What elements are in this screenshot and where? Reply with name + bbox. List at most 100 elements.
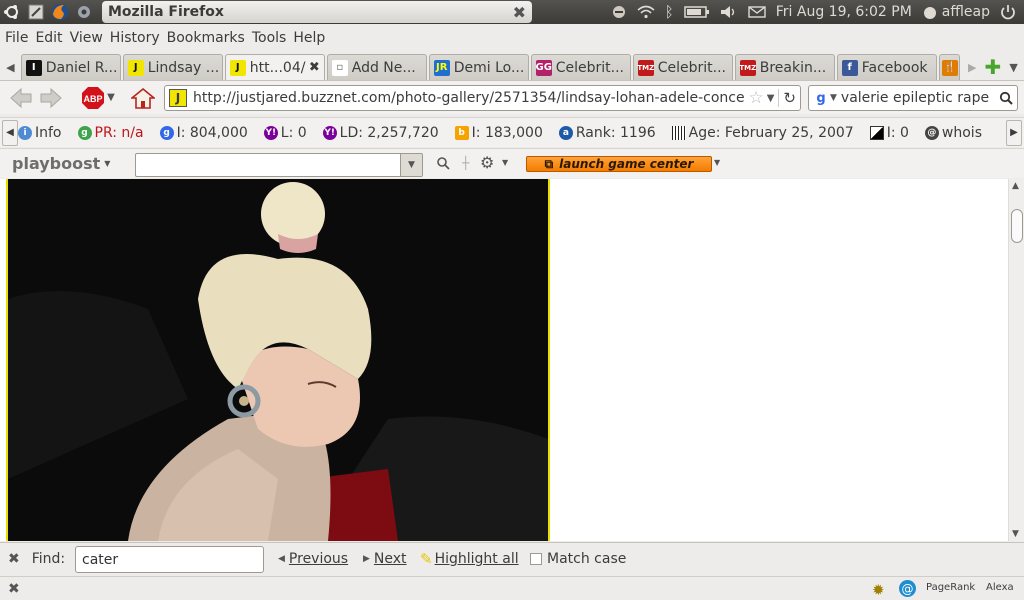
checkbox-box[interactable] — [530, 553, 542, 565]
scrollbar-thumb[interactable] — [1011, 209, 1023, 243]
seo-bing-index[interactable]: b I: 183,000 — [454, 124, 543, 141]
seo-scroll-right-icon[interactable]: ▶ — [1006, 119, 1022, 146]
seo-info[interactable]: i Info — [18, 125, 62, 141]
tab-label: Demi Lo... — [453, 59, 524, 76]
scroll-tabs-left-icon[interactable]: ◀ — [0, 54, 21, 80]
playboost-settings-icon[interactable]: ⚙ — [480, 153, 494, 172]
forward-button[interactable] — [36, 84, 66, 112]
addon-at-icon[interactable]: @ — [899, 580, 916, 597]
search-bar[interactable]: g ▼ valerie epileptic rape — [808, 85, 1018, 111]
tab[interactable]: TMZ Breakin... — [734, 54, 835, 80]
tab-favicon-icon: J — [127, 59, 144, 76]
bluetooth-icon[interactable]: ᛒ — [665, 0, 674, 24]
playboost-dropdown-icon[interactable]: ▼ — [400, 154, 422, 176]
find-bar: ✖ Find: cater ◀ Previous ▶ Next ✎ Highli… — [0, 542, 1024, 575]
home-button[interactable] — [128, 84, 158, 112]
seo-google-index[interactable]: g I: 804,000 — [159, 124, 248, 141]
playboost-menu-icon[interactable]: ▼ — [104, 159, 110, 168]
tab[interactable]: JR Demi Lo... — [428, 54, 529, 80]
window-close-icon[interactable]: ✖ — [513, 3, 526, 22]
scroll-tabs-right-icon[interactable]: ▶ — [962, 54, 983, 80]
find-input-value[interactable]: cater — [82, 552, 118, 568]
tab-close-icon[interactable]: ✖ — [309, 60, 320, 75]
wifi-icon[interactable] — [637, 0, 655, 24]
url-dropdown-icon[interactable]: ▼ — [767, 93, 775, 104]
search-magnifier-icon[interactable] — [995, 91, 1017, 105]
list-all-tabs-icon[interactable]: ▼ — [1003, 54, 1024, 80]
launch-dropdown-icon[interactable]: ▼ — [714, 158, 720, 167]
tab-strip: ◀ I Daniel R... J Lindsay ... Jhtt...04/✖ ▫ Ad… — [0, 52, 1024, 80]
menu-history[interactable]: History — [109, 30, 166, 46]
power-icon[interactable] — [1000, 0, 1016, 24]
new-tab-icon[interactable]: ✚ — [983, 54, 1004, 80]
tab[interactable]: TMZ Celebrit... — [632, 54, 733, 80]
seo-whois[interactable]: @ whois — [924, 125, 982, 141]
seo-bing-index-label: I: 183,000 — [471, 124, 543, 141]
tab[interactable]: J Lindsay ... — [122, 54, 223, 80]
playboost-logo[interactable]: playboost — [12, 154, 100, 173]
menu-bookmarks[interactable]: Bookmarks — [166, 30, 251, 46]
tab[interactable]: Jhtt...04/✖ — [224, 54, 325, 80]
match-case-checkbox[interactable]: Match case — [530, 551, 626, 567]
scroll-down-icon[interactable]: ▼ — [1012, 529, 1019, 539]
seo-alexa-rank[interactable]: a Rank: 1196 — [558, 125, 656, 141]
pagerank-status[interactable]: PageRank — [926, 582, 975, 593]
menu-help[interactable]: Help — [292, 30, 331, 46]
find-input[interactable]: cater — [75, 546, 264, 573]
menu-file[interactable]: File — [4, 30, 34, 46]
menu-tools[interactable]: Tools — [251, 30, 293, 46]
tab[interactable]: GG Celebrit... — [530, 54, 631, 80]
close-addon-bar-icon[interactable]: ✖ — [8, 581, 20, 597]
adblock-plus-button[interactable]: ABP ▼ — [78, 84, 118, 112]
playboost-settings-dropdown-icon[interactable]: ▼ — [502, 158, 508, 167]
firefox-launcher-icon[interactable] — [48, 0, 72, 24]
clock[interactable]: Fri Aug 19, 6:02 PM — [776, 4, 912, 20]
playboost-search-input[interactable]: ▼ — [135, 153, 423, 177]
mail-icon[interactable] — [748, 0, 766, 24]
volume-icon[interactable] — [720, 0, 738, 24]
tab-overflow[interactable]: 🍴 — [938, 54, 960, 80]
seo-google-index-label: I: 804,000 — [176, 124, 248, 141]
seo-delicious-index[interactable]: I: 0 — [869, 125, 909, 141]
menu-edit[interactable]: Edit — [34, 30, 68, 46]
gallery-photo[interactable] — [6, 179, 550, 541]
tab-favicon-icon: 🍴 — [941, 59, 958, 76]
vertical-scrollbar[interactable]: ▲ ▼ — [1008, 179, 1024, 541]
seo-yahoo-links[interactable]: Y! L: 0 — [263, 125, 307, 141]
search-input[interactable]: valerie epileptic rape — [841, 90, 995, 106]
close-findbar-icon[interactable]: ✖ — [8, 551, 20, 567]
search-engine-dropdown-icon[interactable]: ▼ — [830, 93, 837, 103]
alexa-status[interactable]: Alexa — [986, 582, 1014, 593]
seo-scroll-left-icon[interactable]: ◀ — [2, 119, 18, 146]
svg-text:ABP: ABP — [84, 94, 103, 104]
highlight-all-button[interactable]: ✎ Highlight all — [420, 550, 519, 568]
tab[interactable]: I Daniel R... — [20, 54, 121, 80]
bookmark-star-icon[interactable]: ☆ — [748, 88, 763, 108]
seo-yahoo-ld[interactable]: Y! LD: 2,257,720 — [322, 125, 439, 141]
playboost-search-icon[interactable] — [436, 156, 450, 174]
seo-age-label: Age: February 25, 2007 — [688, 124, 854, 141]
addon-gear-icon[interactable]: ✹ — [872, 581, 885, 599]
tab[interactable]: ▫ Add Ne... — [326, 54, 427, 80]
scroll-up-icon[interactable]: ▲ — [1012, 181, 1019, 191]
battery-icon[interactable] — [684, 0, 710, 24]
seo-pagerank[interactable]: g PR: n/a — [77, 125, 144, 141]
find-previous-button[interactable]: ◀ Previous — [278, 551, 348, 567]
username[interactable]: affleap — [942, 4, 990, 20]
text-editor-launcher-icon[interactable] — [24, 0, 48, 24]
ubuntu-logo-icon[interactable] — [0, 0, 24, 24]
menu-view[interactable]: View — [69, 30, 109, 46]
back-button[interactable] — [6, 84, 36, 112]
url-text[interactable]: http://justjared.buzznet.com/photo-galle… — [193, 90, 745, 106]
url-bar[interactable]: J http://justjared.buzznet.com/photo-gal… — [164, 85, 801, 111]
settings-launcher-icon[interactable] — [72, 0, 96, 24]
find-next-button[interactable]: ▶ Next — [363, 551, 407, 567]
reload-icon[interactable]: ↻ — [778, 89, 800, 107]
seo-toolbar: ◀ i Info g PR: n/a g I: 804,000 Y! L: 0 … — [0, 117, 1024, 147]
google-search-engine-icon[interactable]: g — [813, 90, 829, 106]
seo-age[interactable]: Age: February 25, 2007 — [671, 124, 854, 141]
stop-icon[interactable] — [611, 0, 627, 24]
tab[interactable]: f Facebook — [836, 54, 937, 80]
launch-game-center-button[interactable]: ⧉ launch game center — [526, 156, 712, 172]
forward-arrow-icon — [40, 87, 62, 108]
